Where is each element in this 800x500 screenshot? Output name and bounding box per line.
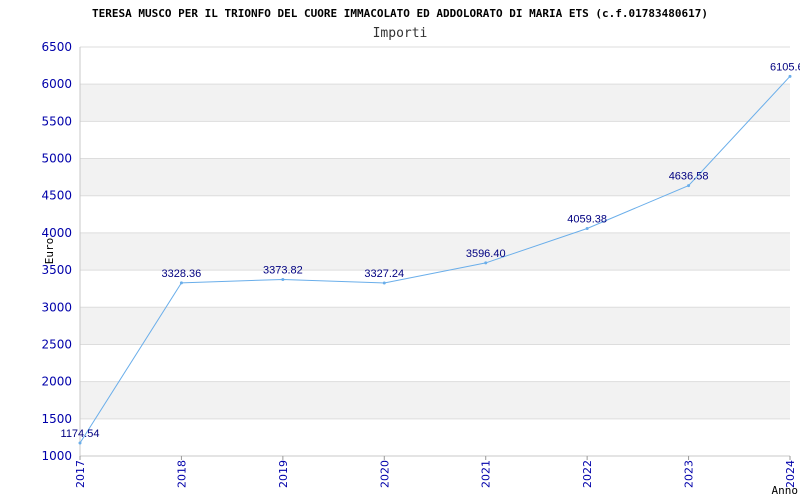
y-tick-label: 5000 <box>41 152 72 166</box>
y-tick-label: 6500 <box>41 40 72 54</box>
x-tick-label: 2023 <box>683 460 696 488</box>
data-label: 4059.38 <box>567 213 607 225</box>
y-tick-label: 6000 <box>41 77 72 91</box>
y-tick-label: 3000 <box>41 300 72 314</box>
chart-title: TERESA MUSCO PER IL TRIONFO DEL CUORE IM… <box>92 7 708 20</box>
data-point <box>484 261 488 265</box>
grid-bands <box>80 84 790 419</box>
grid-band <box>80 84 790 122</box>
x-tick-label: 2018 <box>175 460 188 488</box>
data-point <box>788 74 792 78</box>
data-label: 6105.6 <box>770 61 800 73</box>
y-tick-label: 4500 <box>41 189 72 203</box>
y-tick-label: 5500 <box>41 114 72 128</box>
y-tick-label: 2000 <box>41 375 72 389</box>
data-point <box>687 184 691 188</box>
data-label: 3328.36 <box>162 268 202 280</box>
line-chart: TERESA MUSCO PER IL TRIONFO DEL CUORE IM… <box>41 7 800 497</box>
x-tick-label: 2022 <box>581 460 594 488</box>
data-point <box>179 281 183 285</box>
x-tick-label: 2021 <box>480 460 493 488</box>
data-point <box>585 226 589 230</box>
data-label: 3373.82 <box>263 264 303 276</box>
data-label: 1174.54 <box>61 428 100 440</box>
x-tick-label: 2020 <box>378 460 391 488</box>
data-label: 3327.24 <box>364 268 404 280</box>
data-label: 3596.40 <box>466 248 506 260</box>
chart-subtitle: Importi <box>373 26 428 41</box>
data-point <box>281 277 285 281</box>
data-label: 4636.58 <box>669 171 709 183</box>
y-axis-label: Euro <box>43 238 56 265</box>
grid-band <box>80 232 790 271</box>
x-tick-label: 2017 <box>74 460 87 488</box>
x-tick-label: 2019 <box>277 460 290 488</box>
data-point <box>78 441 82 445</box>
data-point <box>382 281 386 285</box>
x-axis-label: Anno <box>772 484 799 497</box>
grid-band <box>80 381 790 419</box>
x-axis-ticks: 2017 2018 2019 2020 2021 2022 2023 2024 <box>74 456 797 488</box>
y-tick-label: 1500 <box>41 412 72 426</box>
y-tick-label: 1000 <box>41 449 72 463</box>
y-tick-label: 2500 <box>41 337 72 351</box>
grid-band <box>80 307 790 345</box>
